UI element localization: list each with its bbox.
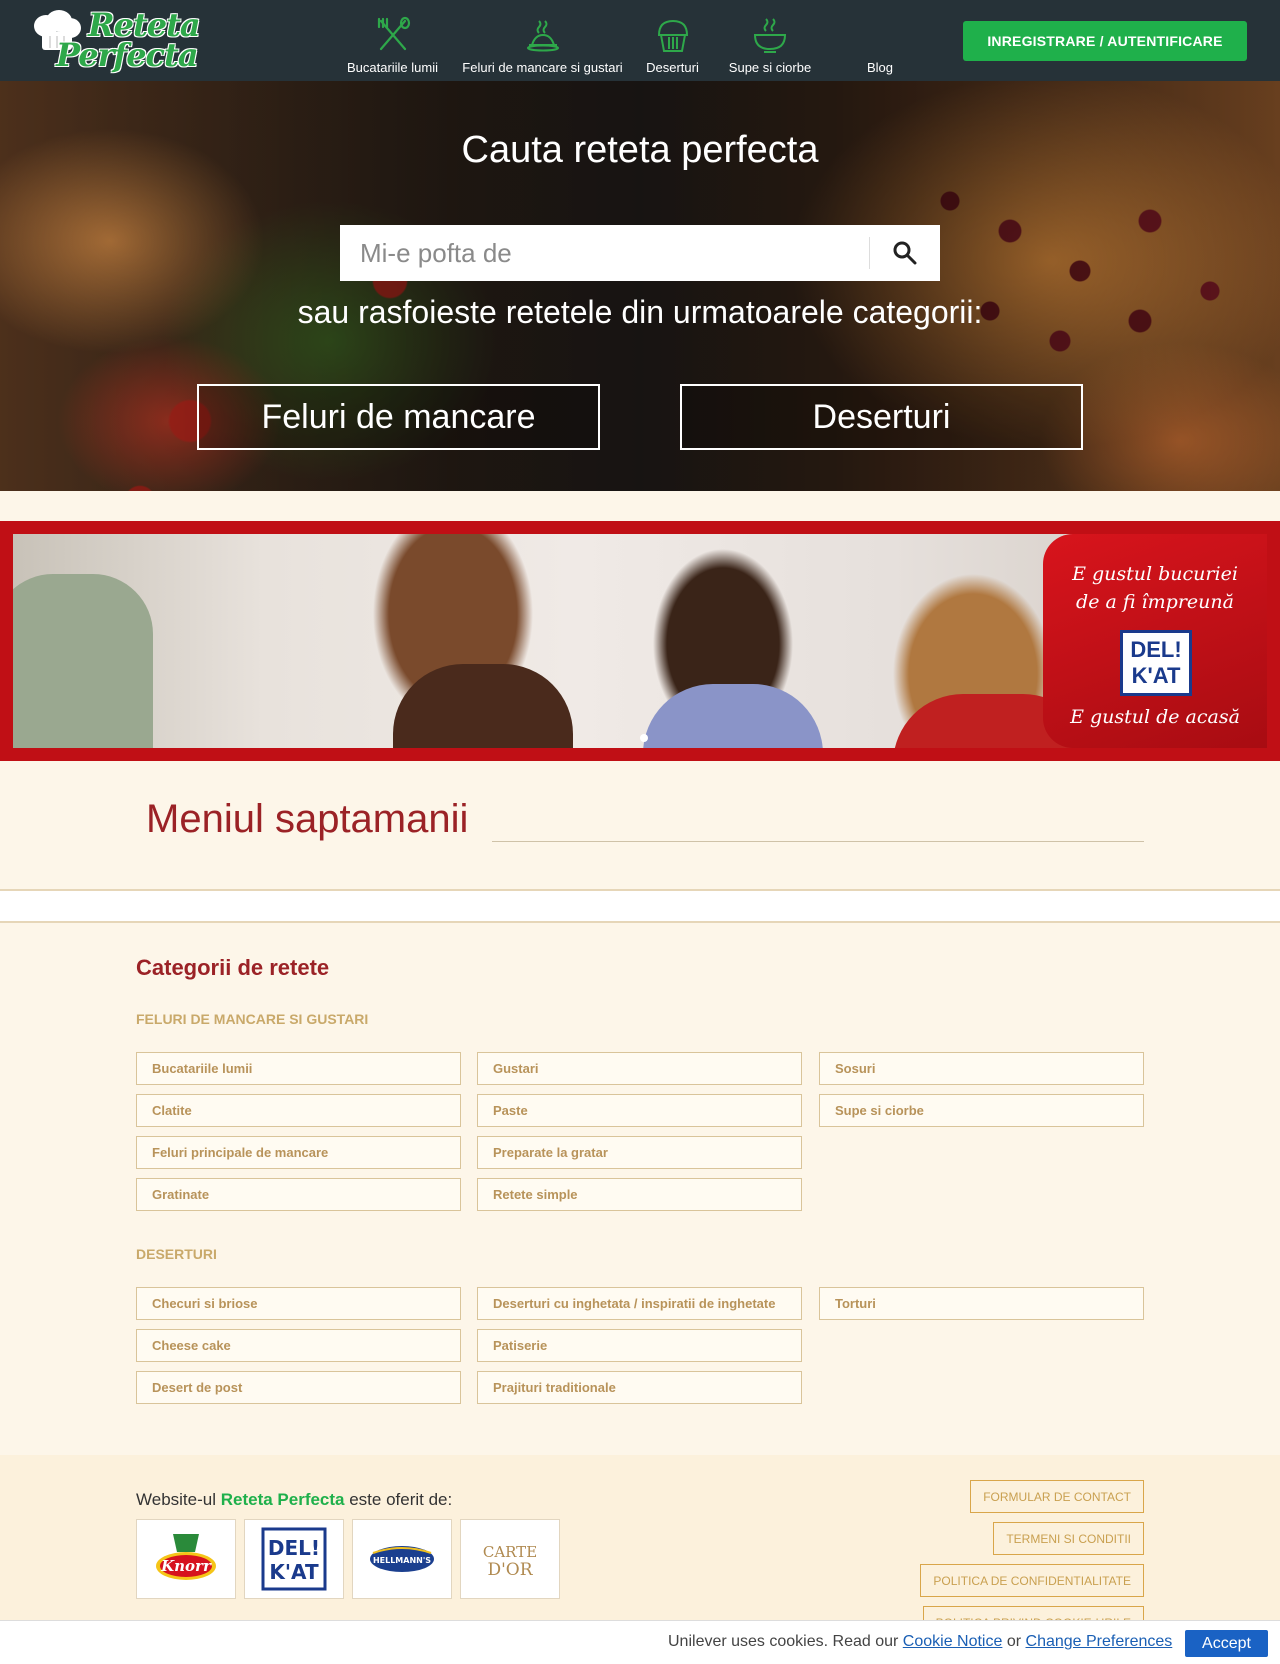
category-link[interactable]: Bucatariile lumii — [136, 1052, 461, 1085]
utensils-icon — [372, 14, 414, 56]
category-link[interactable]: Preparate la gratar — [477, 1136, 802, 1169]
privacy-policy-link[interactable]: POLITICA DE CONFIDENTIALITATE — [920, 1564, 1144, 1597]
weekly-menu-title: Meniul saptamanii — [146, 797, 469, 841]
divider — [492, 841, 1144, 842]
svg-text:CARTE: CARTE — [483, 1543, 537, 1561]
cookie-message: Unilever uses cookies. Read our Cookie N… — [668, 1633, 1173, 1650]
offered-by-text: Website-ul Reteta Perfecta este oferit d… — [136, 1490, 453, 1509]
category-column: Gustari Paste Preparate la gratar Retete… — [477, 1052, 802, 1220]
hero-subtitle: sau rasfoieste retetele din urmatoarele … — [297, 294, 983, 330]
category-link[interactable]: Cheese cake — [136, 1329, 461, 1362]
soup-bowl-icon — [749, 14, 791, 56]
recipe-categories-section: Categorii de retete FELURI DE MANCARE SI… — [0, 925, 1280, 1455]
nav-blog[interactable]: Blog — [825, 0, 935, 81]
cookie-notice-link[interactable]: Cookie Notice — [903, 1633, 1003, 1650]
promo-banner[interactable]: E gustul bucuriei de a fi împreună DEL! … — [13, 534, 1267, 748]
banner-brand-panel: E gustul bucuriei de a fi împreună DEL! … — [1043, 534, 1267, 748]
nav-label: Deserturi — [646, 60, 699, 75]
banner-slogan: E gustul bucuriei de a fi împreună — [1072, 563, 1238, 613]
carousel-dot[interactable] — [640, 734, 648, 742]
knorr-logo[interactable]: Knorr — [136, 1519, 236, 1599]
category-link[interactable]: Clatite — [136, 1094, 461, 1127]
logo-text-line2: Perfecta — [56, 36, 199, 74]
category-group-title: DESERTURI — [136, 1246, 217, 1262]
category-column: Torturi — [819, 1287, 1144, 1329]
nav-deserturi[interactable]: Deserturi — [630, 0, 715, 81]
search-icon — [893, 241, 917, 265]
promo-banner-frame: E gustul bucuriei de a fi împreună DEL! … — [0, 521, 1280, 761]
category-link[interactable]: Feluri principale de mancare — [136, 1136, 461, 1169]
cookie-banner: Unilever uses cookies. Read our Cookie N… — [0, 1620, 1280, 1664]
search-box — [340, 225, 940, 281]
svg-text:DEL!: DEL! — [268, 1536, 320, 1560]
nav-label: Supe si ciorbe — [728, 60, 812, 75]
nav-feluri-de-mancare[interactable]: Feluri de mancare si gustari — [455, 0, 630, 81]
hero-title: Cauta reteta perfecta — [461, 129, 819, 171]
banner-tagline: E gustul de acasă — [1070, 706, 1240, 728]
category-link[interactable]: Gratinate — [136, 1178, 461, 1211]
search-button[interactable] — [870, 225, 940, 281]
weekly-menu-section: Meniul saptamanii — [0, 761, 1280, 891]
site-logo[interactable]: Reteta Perfecta — [30, 6, 201, 76]
category-column: Bucatariile lumii Clatite Feluri princip… — [136, 1052, 461, 1220]
category-link[interactable]: Prajituri traditionale — [477, 1371, 802, 1404]
category-column: Sosuri Supe si ciorbe — [819, 1052, 1144, 1136]
category-link[interactable]: Supe si ciorbe — [819, 1094, 1144, 1127]
carte-dor-logo[interactable]: CARTE D'OR — [460, 1519, 560, 1599]
category-link[interactable]: Desert de post — [136, 1371, 461, 1404]
category-link[interactable]: Deserturi cu inghetata / inspiratii de i… — [477, 1287, 802, 1320]
category-column: Checuri si briose Cheese cake Desert de … — [136, 1287, 461, 1413]
contact-form-link[interactable]: FORMULAR DE CONTACT — [970, 1480, 1144, 1513]
dish-icon — [522, 14, 564, 56]
category-link[interactable]: Patiserie — [477, 1329, 802, 1362]
category-link[interactable]: Retete simple — [477, 1178, 802, 1211]
svg-text:HELLMANN'S: HELLMANN'S — [373, 1556, 431, 1565]
delikat-brand-logo[interactable]: DEL! K'AT — [244, 1519, 344, 1599]
nav-label: Bucatariile lumii — [346, 60, 439, 75]
nav-bucatariile-lumii[interactable]: Bucatariile lumii — [330, 0, 455, 81]
svg-text:D'OR: D'OR — [487, 1560, 533, 1580]
category-link[interactable]: Torturi — [819, 1287, 1144, 1320]
change-preferences-link[interactable]: Change Preferences — [1026, 1633, 1173, 1650]
site-header: Reteta Perfecta Bucatariile lumii Feluri… — [0, 0, 1280, 81]
main-nav: Bucatariile lumii Feluri de mancare si g… — [330, 0, 935, 81]
hellmanns-logo[interactable]: HELLMANN'S — [352, 1519, 452, 1599]
hero-section: Cauta reteta perfecta sau rasfoieste ret… — [0, 81, 1280, 491]
category-link[interactable]: Checuri si briose — [136, 1287, 461, 1320]
svg-text:K'AT: K'AT — [269, 1560, 319, 1584]
svg-text:Knorr: Knorr — [160, 1557, 212, 1575]
delikat-logo: DEL! K'AT — [1120, 630, 1192, 696]
nav-label: Blog — [866, 60, 894, 75]
nav-supe-si-ciorbe[interactable]: Supe si ciorbe — [715, 0, 825, 81]
terms-link[interactable]: TERMENI SI CONDITII — [993, 1522, 1144, 1555]
login-register-button[interactable]: INREGISTRARE / AUTENTIFICARE — [963, 21, 1247, 61]
deserturi-button[interactable]: Deserturi — [680, 384, 1083, 450]
muffin-icon — [652, 14, 694, 56]
search-input[interactable] — [340, 225, 868, 281]
categories-title: Categorii de retete — [136, 955, 330, 980]
feluri-de-mancare-button[interactable]: Feluri de mancare — [197, 384, 600, 450]
accept-cookies-button[interactable]: Accept — [1185, 1630, 1268, 1657]
nav-label: Feluri de mancare si gustari — [462, 60, 623, 75]
category-link[interactable]: Paste — [477, 1094, 802, 1127]
category-link[interactable]: Sosuri — [819, 1052, 1144, 1085]
category-group-title: FELURI DE MANCARE SI GUSTARI — [136, 1011, 369, 1027]
category-column: Deserturi cu inghetata / inspiratii de i… — [477, 1287, 802, 1413]
category-link[interactable]: Gustari — [477, 1052, 802, 1085]
